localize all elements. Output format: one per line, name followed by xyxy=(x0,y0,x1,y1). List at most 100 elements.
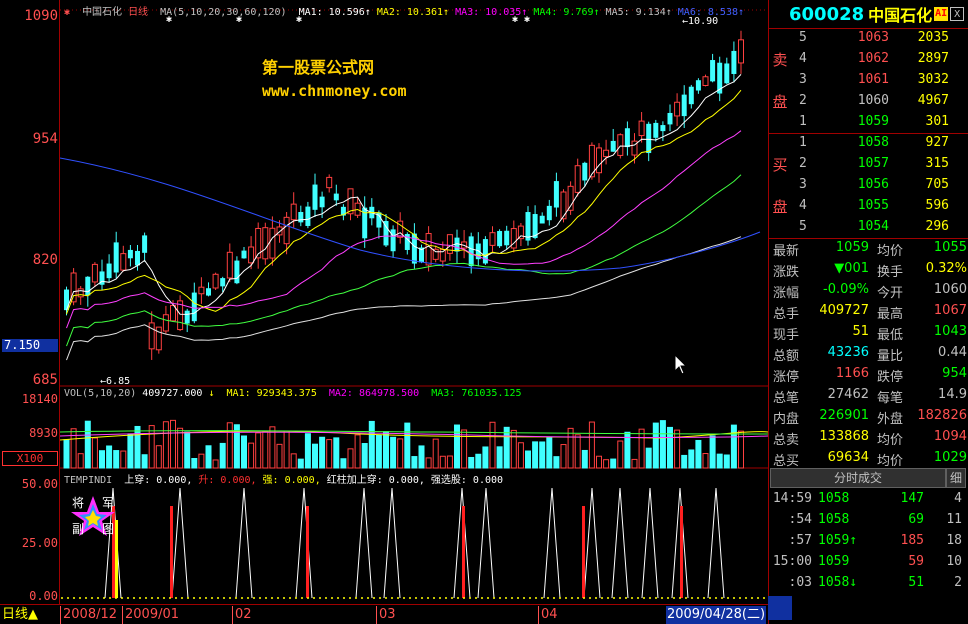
ma-value-5: MA5: 9.134↑ xyxy=(605,7,672,18)
period-tab[interactable]: 日线▲ xyxy=(2,606,38,624)
high-annotation: ←10.90 xyxy=(682,16,719,27)
order-volume: 301 xyxy=(925,114,949,129)
order-row[interactable]: 1 1058 927 xyxy=(791,133,967,154)
trade-row: :54 1058 69 11 xyxy=(788,512,962,527)
indicator-item-3: 强: 0.000, xyxy=(262,475,321,486)
date-label: 2009/01 xyxy=(122,606,179,624)
vol-legend-ma3: MA3: 761035.125 xyxy=(431,388,522,399)
indicator-item-2: 升: 0.000, xyxy=(198,475,257,486)
order-row[interactable]: 4 1062 2897 xyxy=(791,49,967,70)
scroll-thumb[interactable] xyxy=(768,596,792,620)
order-row[interactable]: 1 1059 301 xyxy=(791,112,967,133)
stat-row: 总手 409727 最高 1067 xyxy=(773,303,967,322)
order-price: 1059 xyxy=(857,114,889,129)
stat-row: 总笔 27462 每笔 14.9 xyxy=(773,387,967,406)
trade-row: 15:00 1059 59 10 xyxy=(772,554,962,569)
order-price: 1056 xyxy=(857,177,889,192)
order-volume: 927 xyxy=(925,135,949,150)
stat-row: 涨停 1166 跌停 954 xyxy=(773,366,967,385)
stock-name-label: 中国石化 xyxy=(82,7,123,18)
stat-row: 总额 43236 量比 0.44 xyxy=(773,345,967,364)
order-row[interactable]: 2 1057 315 xyxy=(791,154,967,175)
sell-label: 卖 xyxy=(772,51,788,69)
y-label-820: 820 xyxy=(32,252,58,268)
order-row[interactable]: 3 1061 3032 xyxy=(791,70,967,91)
date-label: 02 xyxy=(232,606,252,624)
trade-row: 14:59 1058 147 4 xyxy=(772,491,962,506)
order-level: 2 xyxy=(799,93,807,108)
period-label: 日线 xyxy=(128,7,149,18)
ma-value-3: MA3: 10.035↑ xyxy=(455,7,528,18)
buy-label: 盘 xyxy=(772,198,788,216)
vol-y-label-18140: 18140 xyxy=(21,392,58,406)
order-row[interactable]: 5 1054 296 xyxy=(791,217,967,238)
order-price: 1060 xyxy=(857,93,889,108)
ma-value-1: MA1: 10.596↑ xyxy=(298,7,371,18)
stock-name: 中国石化 xyxy=(868,6,933,25)
order-level: 4 xyxy=(799,51,807,66)
watermark-title: 第一股票公式网 xyxy=(262,58,375,77)
ind-y-label-0: 0.00 xyxy=(29,589,58,603)
gear-icon[interactable]: ✱ xyxy=(64,7,70,18)
vol-y-label-8930: 8930 xyxy=(29,426,58,440)
ma-params: MA(5,10,20,30,60,120) xyxy=(160,7,287,18)
logo-char-3: 副 xyxy=(72,522,85,536)
date-label: 03 xyxy=(376,606,396,624)
order-price: 1063 xyxy=(857,30,889,45)
order-price: 1054 xyxy=(857,219,889,234)
logo-char-1: 将 xyxy=(72,496,85,510)
vol-legend-name: VOL(5,10,20) xyxy=(64,388,137,399)
indicator-item-1: 上穿: 0.000, xyxy=(124,475,193,486)
volume-legend: VOL(5,10,20) 409727.000 ↓ MA1: 929343.375 … xyxy=(64,388,522,399)
general-logo: 将 军 副 图 xyxy=(70,494,116,538)
trade-row: :57 1059↑ 185 18 xyxy=(788,533,962,548)
order-price: 1057 xyxy=(857,156,889,171)
order-price: 1058 xyxy=(857,135,889,150)
mouse-cursor-icon xyxy=(674,354,688,375)
vol-legend-value: 409727.000 xyxy=(142,388,203,399)
order-row[interactable]: 5 1063 2035 xyxy=(791,28,967,49)
stat-row: 最新 1059 均价 1055 xyxy=(773,240,967,259)
order-level: 4 xyxy=(799,198,807,213)
close-button[interactable]: X xyxy=(950,7,965,21)
order-row[interactable]: 4 1055 596 xyxy=(791,196,967,217)
order-row[interactable]: 2 1060 4967 xyxy=(791,91,967,112)
order-volume: 315 xyxy=(925,156,949,171)
kline-chart[interactable]: ✱ ✱ ✱ ✱ ✱ xyxy=(60,0,768,604)
indicator-items: 上穿: 0.000, 升: 0.000, 强: 0.000, 红柱加上穿: 0.000… xyxy=(124,475,509,486)
ai-badge[interactable]: AI xyxy=(934,7,949,21)
order-volume: 596 xyxy=(925,198,949,213)
current-price-marker: 7.150 xyxy=(2,339,58,352)
stat-row: 涨跌 ▼001 换手 0.32% xyxy=(773,261,967,280)
order-row[interactable]: 3 1056 705 xyxy=(791,175,967,196)
buy-label: 买 xyxy=(772,156,788,174)
date-label: 2008/12 xyxy=(60,606,117,624)
y-label-1090: 1090 xyxy=(24,8,58,24)
date-label: 04 xyxy=(538,606,558,624)
order-price: 1062 xyxy=(857,51,889,66)
date-bar: 日线▲ 2008/12 2009/01 02 03 04 2009/04/28(… xyxy=(0,604,768,624)
order-level: 1 xyxy=(799,114,807,129)
tab-details[interactable]: 细 xyxy=(946,468,966,488)
order-level: 3 xyxy=(799,72,807,87)
order-volume: 4967 xyxy=(917,93,949,108)
stat-row: 涨幅 -0.09% 今开 1060 xyxy=(773,282,967,301)
order-volume: 2035 xyxy=(917,30,949,45)
stat-row: 总卖 133868 均价 1094 xyxy=(773,429,967,448)
ind-y-label-25: 25.00 xyxy=(21,536,58,550)
sell-label: 盘 xyxy=(772,93,788,111)
ind-y-label-50: 50.00 xyxy=(21,477,58,491)
quote-header: 600028 中国石化 AI X xyxy=(769,0,968,28)
indicator-name: TEMPINDI xyxy=(64,475,113,486)
tab-time-trades[interactable]: 分时成交 xyxy=(770,468,946,488)
vol-legend-ma1: MA1: 929343.375 xyxy=(226,388,317,399)
order-level: 5 xyxy=(799,30,807,45)
stat-row: 现手 51 最低 1043 xyxy=(773,324,967,343)
order-level: 5 xyxy=(799,219,807,234)
order-level: 2 xyxy=(799,156,807,171)
watermark-url: www.chnmoney.com xyxy=(262,82,407,100)
trade-row: :03 1058↓ 51 2 xyxy=(788,575,962,590)
order-volume: 296 xyxy=(925,219,949,234)
quote-stats: 最新 1059 均价 1055 涨跌 ▼001 换手 0.32% 涨幅 -0.09% 今开 1060 总… xyxy=(769,238,968,469)
order-volume: 705 xyxy=(925,177,949,192)
